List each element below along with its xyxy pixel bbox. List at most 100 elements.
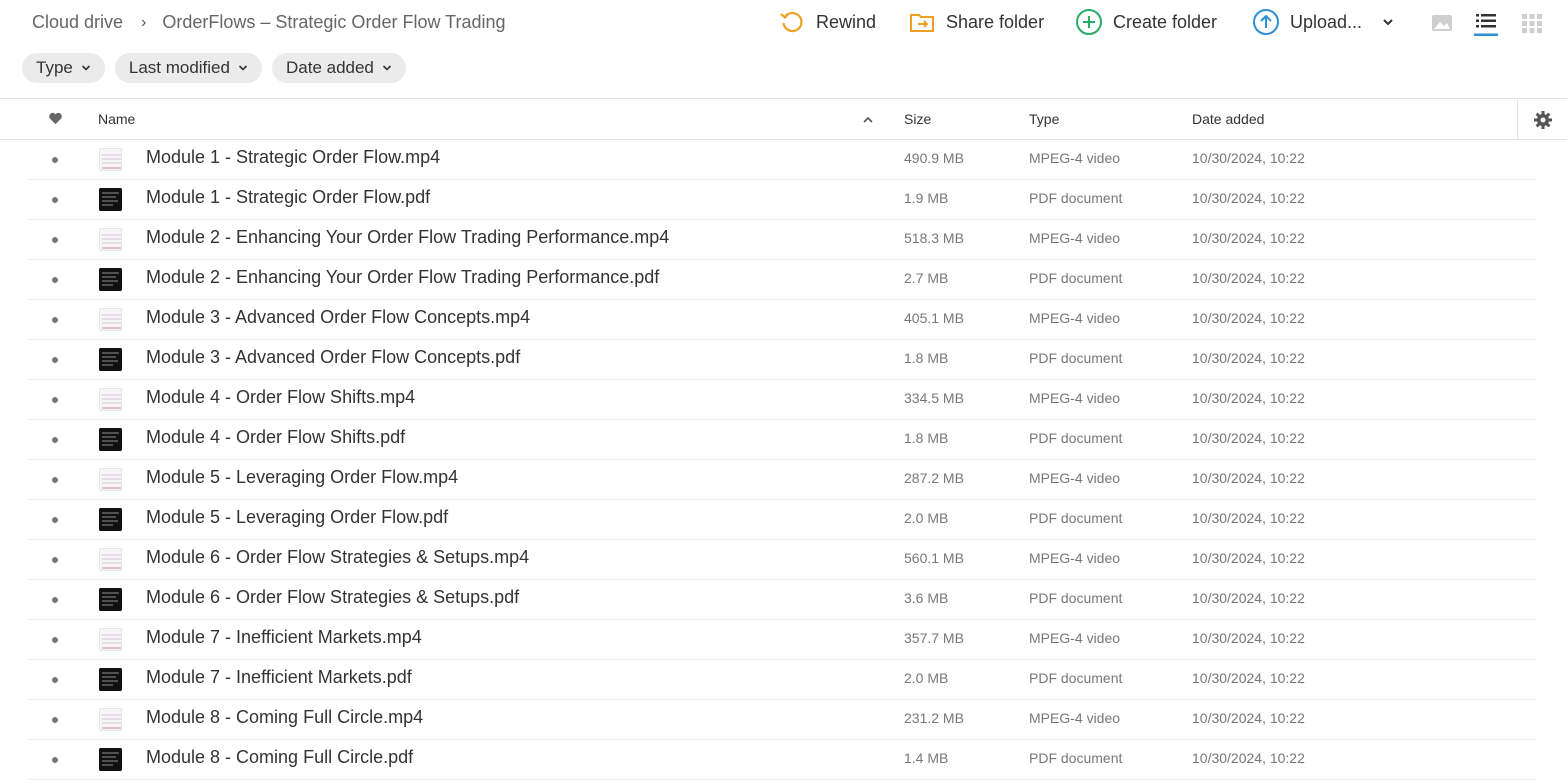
- pdf-thumbnail-icon: [99, 348, 122, 371]
- filter-type-label: Type: [36, 58, 73, 77]
- file-date-added: 10/30/2024, 10:22: [1192, 590, 1305, 606]
- favorite-dot-icon[interactable]: [52, 237, 58, 243]
- favorite-dot-icon[interactable]: [52, 397, 58, 403]
- favorite-dot-icon[interactable]: [52, 277, 58, 283]
- file-name: Module 3 - Advanced Order Flow Concepts.…: [146, 307, 531, 327]
- file-row[interactable]: Module 7 - Inefficient Markets.pdf 2.0 MB…: [28, 660, 1536, 700]
- favorite-dot-icon[interactable]: [52, 477, 58, 483]
- file-name: Module 1 - Strategic Order Flow.mp4: [146, 147, 441, 167]
- breadcrumb-current[interactable]: OrderFlows – Strategic Order Flow Tradin…: [162, 12, 505, 33]
- file-size: 2.0 MB: [904, 510, 949, 526]
- file-row[interactable]: Module 2 - Enhancing Your Order Flow Tra…: [28, 260, 1536, 300]
- file-name: Module 3 - Advanced Order Flow Concepts.…: [146, 347, 521, 367]
- file-date-added: 10/30/2024, 10:22: [1192, 430, 1305, 446]
- file-size: 3.6 MB: [904, 590, 949, 606]
- file-row[interactable]: Module 5 - Leveraging Order Flow.mp4 287.…: [28, 460, 1536, 500]
- favorite-dot-icon[interactable]: [52, 757, 58, 763]
- favorite-dot-icon[interactable]: [52, 157, 58, 163]
- file-type: PDF document: [1029, 350, 1123, 366]
- column-settings-button[interactable]: [1517, 99, 1567, 140]
- file-name: Module 5 - Leveraging Order Flow.mp4: [146, 467, 459, 487]
- file-row[interactable]: Module 1 - Strategic Order Flow.pdf 1.9 M…: [28, 180, 1536, 220]
- file-name: Module 2 - Enhancing Your Order Flow Tra…: [146, 267, 660, 287]
- favorite-dot-icon[interactable]: [52, 357, 58, 363]
- column-size[interactable]: Size: [904, 111, 931, 127]
- file-size: 231.2 MB: [904, 710, 964, 726]
- create-folder-button[interactable]: Create folder: [1075, 7, 1217, 37]
- file-type: MPEG-4 video: [1029, 390, 1121, 406]
- file-date-added: 10/30/2024, 10:22: [1192, 510, 1305, 526]
- file-name: Module 6 - Order Flow Strategies & Setup…: [146, 587, 520, 607]
- file-row[interactable]: Module 4 - Order Flow Shifts.mp4 334.5 MB…: [28, 380, 1536, 420]
- column-type[interactable]: Type: [1029, 111, 1059, 127]
- file-row[interactable]: Module 4 - Order Flow Shifts.pdf 1.8 MB PD…: [28, 420, 1536, 460]
- file-size: 2.0 MB: [904, 670, 949, 686]
- breadcrumb-root[interactable]: Cloud drive: [32, 12, 123, 33]
- file-row[interactable]: Module 7 - Inefficient Markets.mp4 357.7 …: [28, 620, 1536, 660]
- upload-button[interactable]: Upload...: [1252, 7, 1394, 37]
- pdf-thumbnail-icon: [99, 748, 122, 771]
- filter-last-modified[interactable]: Last modified: [114, 53, 262, 83]
- file-name: Module 2 - Enhancing Your Order Flow Tra…: [146, 227, 670, 247]
- chevron-down-icon: [238, 65, 248, 71]
- file-name: Module 7 - Inefficient Markets.pdf: [146, 667, 412, 687]
- file-row[interactable]: Module 3 - Advanced Order Flow Concepts.…: [28, 300, 1536, 340]
- video-thumbnail-icon: [99, 468, 122, 491]
- column-name[interactable]: Name: [98, 111, 135, 127]
- file-name: Module 4 - Order Flow Shifts.mp4: [146, 387, 416, 407]
- favorite-dot-icon[interactable]: [52, 317, 58, 323]
- file-type: PDF document: [1029, 590, 1123, 606]
- rewind-button[interactable]: Rewind: [778, 7, 876, 37]
- top-bar: Cloud drive › OrderFlows – Strategic Ord…: [0, 0, 1567, 46]
- file-row[interactable]: Module 3 - Advanced Order Flow Concepts.…: [28, 340, 1536, 380]
- filter-bar: Type Last modified Date added: [22, 53, 406, 83]
- file-type: PDF document: [1029, 430, 1123, 446]
- file-type: MPEG-4 video: [1029, 470, 1121, 486]
- grid-view-icon[interactable]: [1520, 10, 1544, 36]
- favorite-dot-icon[interactable]: [52, 517, 58, 523]
- sort-ascending-icon[interactable]: [862, 115, 874, 125]
- filter-date-added[interactable]: Date added: [271, 53, 406, 83]
- file-row[interactable]: Module 8 - Coming Full Circle.mp4 231.2 M…: [28, 700, 1536, 740]
- file-size: 490.9 MB: [904, 150, 964, 166]
- share-folder-button[interactable]: Share folder: [908, 7, 1044, 37]
- favorite-dot-icon[interactable]: [52, 437, 58, 443]
- filter-date-added-label: Date added: [285, 58, 374, 77]
- file-row[interactable]: Module 2 - Enhancing Your Order Flow Tra…: [28, 220, 1536, 260]
- file-row[interactable]: Module 1 - Strategic Order Flow.mp4 490.9…: [28, 140, 1536, 180]
- file-name: Module 6 - Order Flow Strategies & Setup…: [146, 547, 530, 567]
- video-thumbnail-icon: [99, 148, 122, 171]
- file-list: Module 1 - Strategic Order Flow.mp4 490.9…: [28, 140, 1536, 780]
- file-name: Module 4 - Order Flow Shifts.pdf: [146, 427, 406, 447]
- file-size: 1.8 MB: [904, 430, 949, 446]
- favorite-dot-icon[interactable]: [52, 677, 58, 683]
- file-type: MPEG-4 video: [1029, 310, 1121, 326]
- file-row[interactable]: Module 6 - Order Flow Strategies & Setup…: [28, 580, 1536, 620]
- favorite-dot-icon[interactable]: [52, 597, 58, 603]
- filter-last-modified-label: Last modified: [128, 58, 230, 77]
- video-thumbnail-icon: [99, 388, 122, 411]
- file-row[interactable]: Module 6 - Order Flow Strategies & Setup…: [28, 540, 1536, 580]
- rewind-label: Rewind: [816, 11, 877, 32]
- chevron-down-icon[interactable]: [1382, 16, 1394, 28]
- favorite-dot-icon[interactable]: [52, 717, 58, 723]
- column-date-added[interactable]: Date added: [1192, 111, 1264, 127]
- favorite-dot-icon[interactable]: [52, 637, 58, 643]
- file-size: 1.9 MB: [904, 190, 949, 206]
- filter-type[interactable]: Type: [22, 53, 105, 83]
- pdf-thumbnail-icon: [99, 428, 122, 451]
- file-type: MPEG-4 video: [1029, 630, 1121, 646]
- file-date-added: 10/30/2024, 10:22: [1192, 390, 1305, 406]
- file-date-added: 10/30/2024, 10:22: [1192, 230, 1305, 246]
- pdf-thumbnail-icon: [99, 188, 122, 211]
- favorite-dot-icon[interactable]: [52, 557, 58, 563]
- video-thumbnail-icon: [99, 548, 122, 571]
- thumbnail-view-icon[interactable]: [1430, 10, 1454, 36]
- list-view-icon[interactable]: [1474, 10, 1498, 36]
- file-size: 334.5 MB: [904, 390, 964, 406]
- file-row[interactable]: Module 5 - Leveraging Order Flow.pdf 2.0 …: [28, 500, 1536, 540]
- file-row[interactable]: Module 8 - Coming Full Circle.pdf 1.4 MB P…: [28, 740, 1536, 780]
- heart-icon[interactable]: [48, 111, 63, 126]
- favorite-dot-icon[interactable]: [52, 197, 58, 203]
- file-date-added: 10/30/2024, 10:22: [1192, 350, 1305, 366]
